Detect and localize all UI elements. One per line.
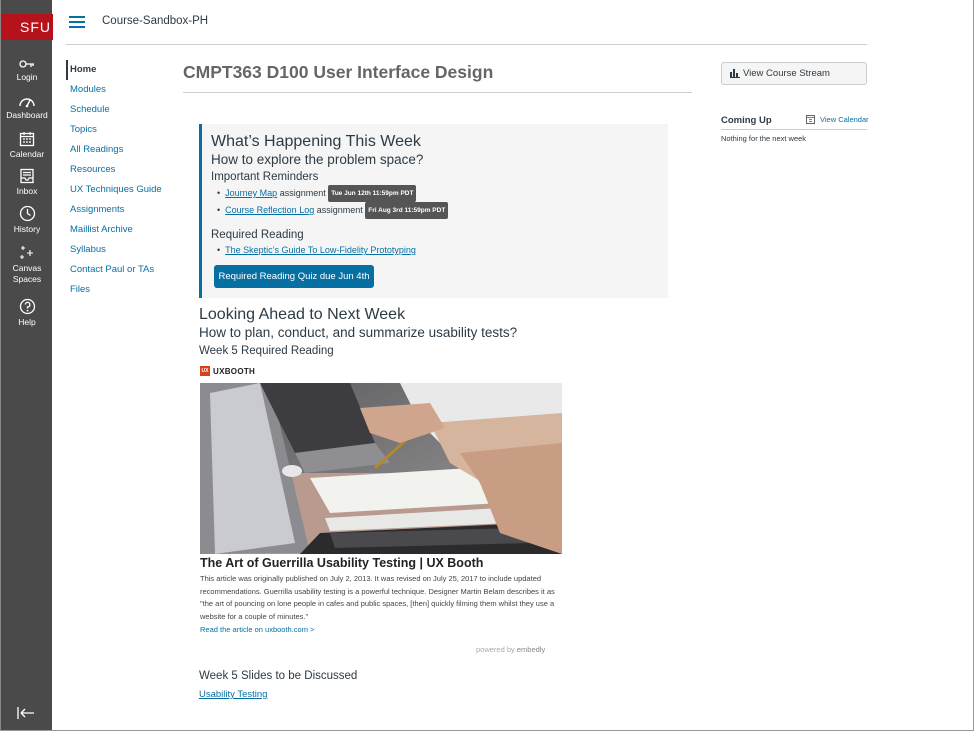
course-nav-home[interactable]: Home: [66, 60, 166, 80]
journey-map-link[interactable]: Journey Map: [225, 188, 277, 198]
coming-up-divider: [721, 129, 867, 130]
list-item: The Skeptic’s Guide To Low-Fidelity Prot…: [217, 243, 668, 258]
assignment-text: assignment: [277, 188, 329, 198]
usability-testing-link[interactable]: Usability Testing: [199, 689, 267, 700]
course-nav-all-readings[interactable]: All Readings: [66, 140, 166, 160]
due-date-badge: Tue Jun 12th 11:59pm PDT: [328, 185, 417, 202]
course-nav-ux-techniques-guide[interactable]: UX Techniques Guide: [66, 180, 166, 200]
hamburger-icon-bar: [69, 16, 85, 18]
next-week-heading: Looking Ahead to Next Week: [199, 306, 406, 323]
global-nav-inbox[interactable]: Inbox: [1, 168, 53, 197]
this-week-heading: What’s Happening This Week: [211, 133, 421, 150]
uxbooth-source-name: UXBOOTH: [213, 366, 256, 376]
required-reading-label: Required Reading: [211, 229, 304, 241]
sparkle-icon: [20, 246, 33, 259]
course-nav-schedule[interactable]: Schedule: [66, 100, 166, 120]
embedly-brand: embedly: [516, 645, 546, 654]
global-nav-dashboard[interactable]: Dashboard: [1, 94, 53, 121]
reminders-label: Important Reminders: [211, 171, 319, 183]
course-nav-syllabus[interactable]: Syllabus: [66, 240, 166, 260]
article-title[interactable]: The Art of Guerrilla Usability Testing |…: [200, 556, 483, 570]
bar-chart-icon: [730, 69, 740, 78]
global-nav-help[interactable]: Help: [1, 298, 53, 328]
global-nav-label: Login: [16, 72, 38, 82]
global-nav-history[interactable]: History: [1, 205, 53, 235]
global-nav-label: Calendar: [9, 149, 45, 159]
global-nav-label: Canvas Spaces: [12, 263, 42, 284]
view-course-stream-label: View Course Stream: [743, 68, 830, 79]
sfu-logo[interactable]: SFU: [1, 14, 53, 40]
global-nav-canvas-spaces[interactable]: Canvas Spaces: [1, 245, 53, 285]
this-week-panel: What’s Happening This Week How to explor…: [199, 124, 668, 298]
skeptics-guide-link[interactable]: The Skeptic’s Guide To Low-Fidelity Prot…: [225, 245, 416, 255]
course-menu-toggle[interactable]: [69, 16, 85, 28]
course-nav-maillist-archive[interactable]: Maillist Archive: [66, 220, 166, 240]
this-week-subheading: How to explore the problem space?: [211, 152, 424, 167]
title-divider: [183, 92, 692, 93]
hamburger-icon-bar: [69, 26, 85, 28]
powered-by-text: powered by: [476, 645, 517, 654]
global-nav-label: Dashboard: [6, 110, 48, 120]
reading-list: The Skeptic’s Guide To Low-Fidelity Prot…: [217, 243, 668, 258]
calendar-icon: [19, 132, 35, 147]
course-reflection-log-link[interactable]: Course Reflection Log: [225, 205, 314, 215]
page-title: CMPT363 D100 User Interface Design: [183, 62, 494, 82]
login-key-icon: [19, 60, 34, 68]
global-nav-label: History: [13, 224, 41, 234]
list-item: Course Reflection Log assignment Fri Aug…: [217, 202, 668, 219]
read-article-link[interactable]: Read the article on uxbooth.com >: [200, 625, 314, 634]
view-course-stream-button[interactable]: View Course Stream: [721, 62, 867, 85]
breadcrumb[interactable]: Course-Sandbox-PH: [102, 15, 208, 27]
calendar-small-icon: [806, 115, 815, 124]
article-description: This article was originally published on…: [200, 574, 555, 621]
no-upcoming-text: Nothing for the next week: [721, 134, 807, 143]
week5-reading-label: Week 5 Required Reading: [199, 345, 334, 357]
course-nav-files[interactable]: Files: [66, 280, 166, 300]
powered-by-embedly: powered by embedly: [476, 645, 545, 654]
reading-quiz-button[interactable]: Required Reading Quiz due Jun 4th: [214, 265, 374, 288]
article-image[interactable]: [200, 383, 562, 554]
view-calendar-link[interactable]: View Calendar: [806, 114, 869, 124]
global-nav-login[interactable]: Login: [1, 58, 53, 83]
header-divider: [66, 44, 867, 45]
week5-slides-label: Week 5 Slides to be Discussed: [199, 670, 358, 682]
inbox-icon: [20, 168, 34, 184]
due-date-badge: Fri Aug 3rd 11:59pm PDT: [365, 202, 449, 219]
article-photo-illustration: [200, 383, 562, 554]
top-bar: Course-Sandbox-PH: [52, 0, 974, 45]
help-icon: [19, 298, 35, 315]
list-item: Journey Map assignment Tue Jun 12th 11:5…: [217, 185, 668, 202]
collapse-nav-icon: [17, 707, 34, 719]
course-nav-assignments[interactable]: Assignments: [66, 200, 166, 220]
reminders-list: Journey Map assignment Tue Jun 12th 11:5…: [217, 185, 668, 219]
coming-up-heading: Coming Up: [721, 115, 772, 126]
course-nav-modules[interactable]: Modules: [66, 80, 166, 100]
uxbooth-source[interactable]: UX UXBOOTH: [200, 366, 255, 376]
history-clock-icon: [19, 205, 35, 222]
course-nav: Home Modules Schedule Topics All Reading…: [66, 60, 166, 300]
uxbooth-logo-icon: UX: [200, 366, 210, 376]
course-nav-resources[interactable]: Resources: [66, 160, 166, 180]
course-nav-contact[interactable]: Contact Paul or TAs: [66, 260, 166, 280]
course-nav-topics[interactable]: Topics: [66, 120, 166, 140]
dashboard-icon: [19, 98, 35, 108]
hamburger-icon-bar: [69, 21, 85, 23]
assignment-text: assignment: [314, 205, 366, 215]
global-nav-label: Inbox: [16, 186, 38, 196]
next-week-subheading: How to plan, conduct, and summarize usab…: [199, 325, 518, 340]
global-nav-label: Help: [18, 317, 36, 327]
global-nav: SFU Login Dashboard Calendar Inbox Histo…: [0, 0, 53, 731]
view-calendar-label: View Calendar: [820, 114, 869, 124]
global-nav-calendar[interactable]: Calendar: [1, 131, 53, 160]
collapse-nav-button[interactable]: [17, 706, 35, 724]
